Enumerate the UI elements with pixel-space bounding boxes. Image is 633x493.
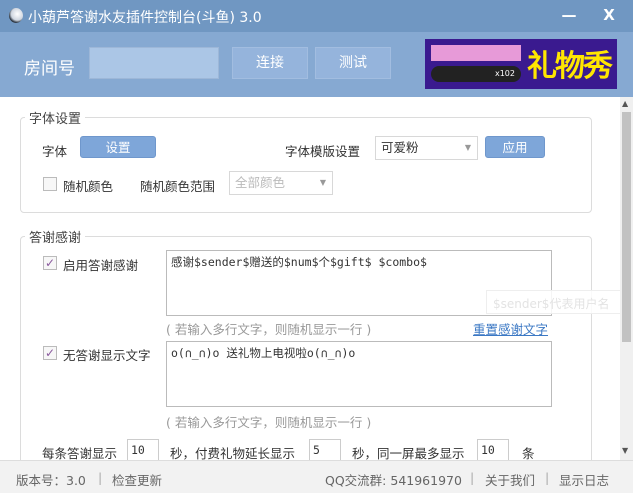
enable-thanks-label: 启用答谢感谢: [63, 258, 139, 273]
footer: 版本号：3.0 | 检查更新 QQ交流群: 541961970 | 关于我们 |…: [0, 460, 633, 493]
color-range-select[interactable]: 全部颜色 ▼: [229, 171, 333, 195]
no-thanks-text-input[interactable]: o(∩_∩)o 送礼物上电视啦o(∩_∩)o: [166, 341, 552, 407]
font-settings-group: [20, 117, 592, 213]
no-thanks-hint: ( 若输入多行文字，则随机显示一行 ): [166, 415, 372, 430]
enable-thanks-checkbox[interactable]: ✓: [43, 256, 57, 270]
font-settings-legend: 字体设置: [25, 108, 86, 127]
app-icon: [9, 8, 23, 23]
scroll-down-icon[interactable]: ▼: [622, 446, 628, 455]
thanks-hint: ( 若输入多行文字，则随机显示一行 ): [166, 322, 372, 337]
banner-count: x102: [431, 66, 521, 82]
minimize-button[interactable]: —: [548, 0, 590, 32]
thanks-legend: 答谢感谢: [25, 227, 86, 246]
room-input[interactable]: [89, 47, 219, 79]
duration-input[interactable]: 10: [127, 439, 159, 461]
color-range-value: 全部颜色: [235, 175, 286, 190]
no-thanks-label: 无答谢显示文字: [63, 348, 151, 363]
font-label: 字体: [42, 144, 68, 159]
scrollbar-thumb[interactable]: [622, 112, 631, 342]
separator: |: [470, 470, 475, 485]
chevron-down-icon: ▼: [464, 143, 471, 152]
separator: |: [98, 470, 103, 485]
font-set-button[interactable]: 设置: [80, 136, 156, 158]
tooltip: $sender$代表用户名: [486, 290, 626, 314]
separator: |: [545, 470, 550, 485]
room-label: 房间号: [24, 59, 75, 79]
template-label: 字体模版设置: [285, 144, 361, 159]
extend-input[interactable]: 5: [309, 439, 341, 461]
check-update-link[interactable]: 检查更新: [112, 470, 162, 489]
template-select[interactable]: 可爱粉 ▼: [375, 136, 478, 160]
random-color-label: 随机颜色: [63, 179, 114, 194]
gift-show-banner[interactable]: x102 礼物秀: [425, 39, 617, 89]
window-title: 小葫芦答谢水友插件控制台(斗鱼) 3.0: [28, 10, 262, 26]
title-bar: 小葫芦答谢水友插件控制台(斗鱼) 3.0 — X: [0, 0, 633, 32]
no-thanks-checkbox[interactable]: ✓: [43, 346, 57, 360]
template-value: 可爱粉: [381, 140, 419, 155]
banner-title: 礼物秀: [527, 49, 613, 84]
random-color-checkbox[interactable]: [43, 177, 57, 191]
connect-button[interactable]: 连接: [232, 47, 308, 79]
chevron-down-icon: ▼: [319, 178, 326, 187]
apply-button[interactable]: 应用: [485, 136, 545, 158]
reset-thanks-link[interactable]: 重置感谢文字: [473, 319, 548, 338]
header: 房间号 连接 测试 x102 礼物秀: [0, 32, 633, 97]
about-link[interactable]: 关于我们: [485, 470, 535, 489]
version-label: 版本号：3.0: [16, 473, 86, 488]
color-range-label: 随机颜色范围: [140, 179, 216, 194]
show-log-link[interactable]: 显示日志: [559, 470, 609, 489]
close-button[interactable]: X: [588, 0, 630, 32]
banner-gift-card: [431, 45, 521, 61]
max-input[interactable]: 10: [477, 439, 509, 461]
scroll-up-icon[interactable]: ▲: [622, 99, 628, 108]
qq-group-label: QQ交流群: 541961970: [325, 473, 462, 488]
test-button[interactable]: 测试: [315, 47, 391, 79]
